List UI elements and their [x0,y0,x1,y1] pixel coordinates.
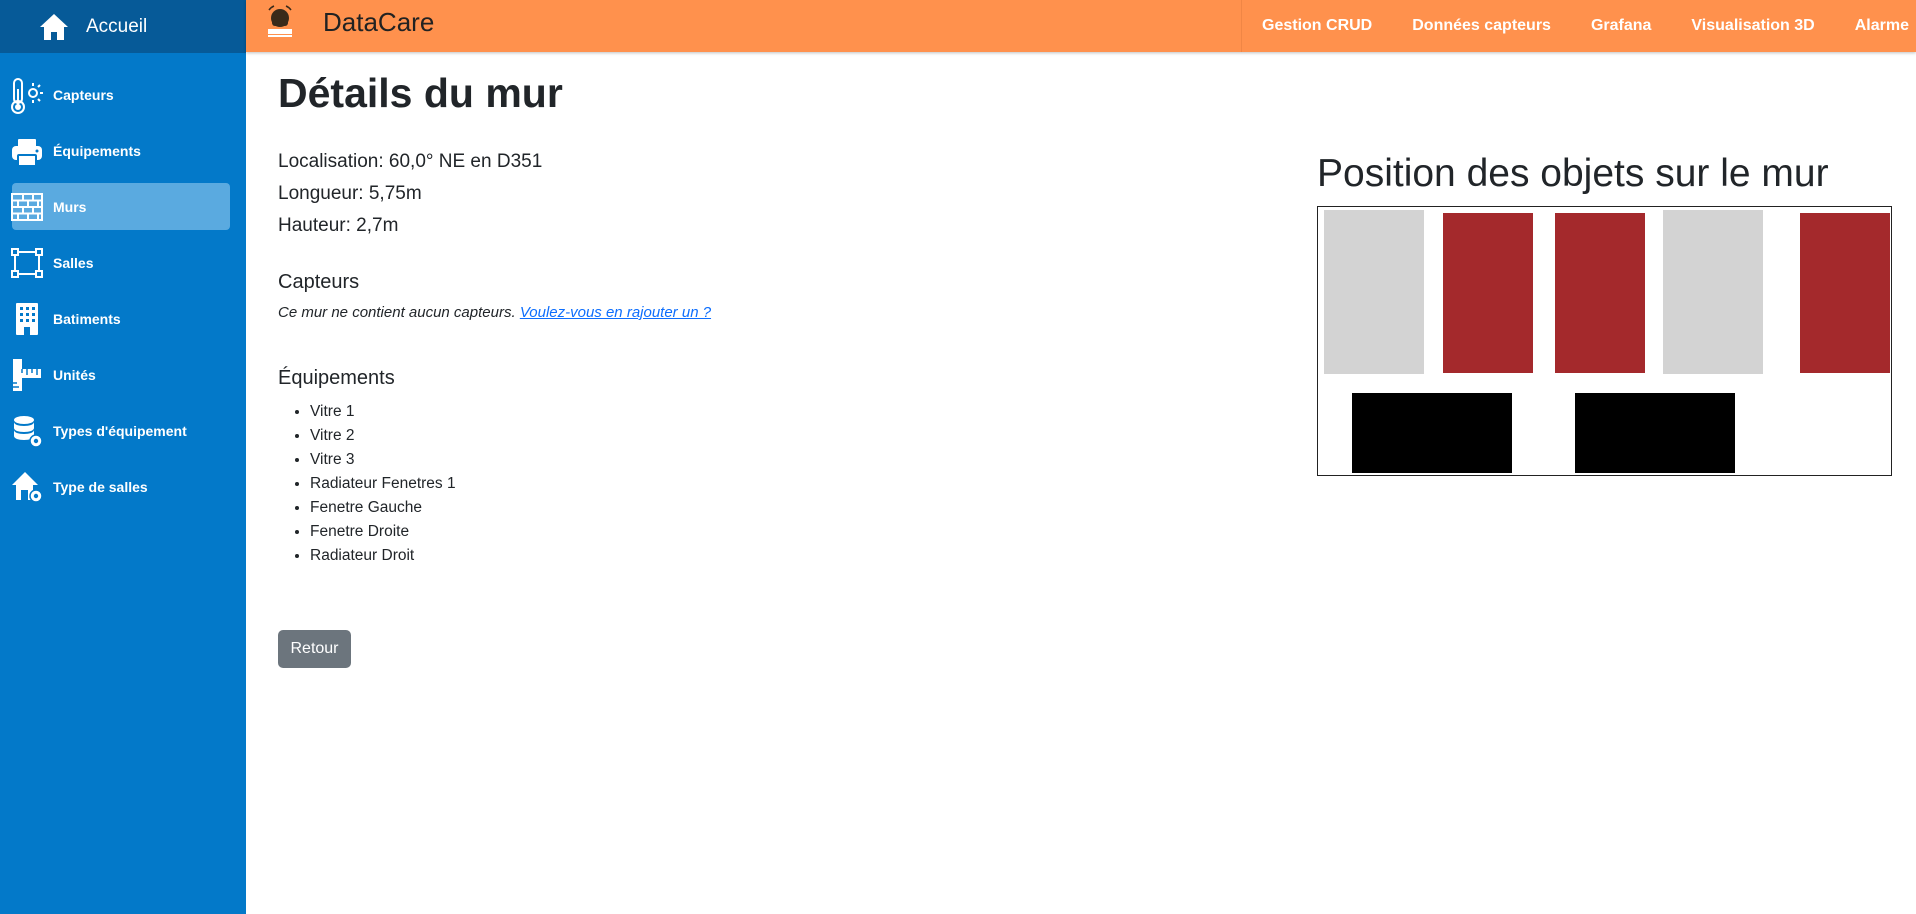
top-nav: Gestion CRUD Données capteurs Grafana Vi… [1241,0,1916,52]
sidebar-item-label: Salles [53,254,94,271]
nav-gestion-crud[interactable]: Gestion CRUD [1242,17,1392,35]
wall-hauteur: Hauteur: 2,7m [278,215,399,236]
wall-object-light [1324,210,1424,374]
sidebar-item-murs[interactable]: Murs [11,183,230,230]
retour-button[interactable]: Retour [278,630,351,668]
sidebar-item-label: Type de salles [53,478,148,495]
home-label: Accueil [86,15,148,37]
nav-visualisation-3d[interactable]: Visualisation 3D [1671,17,1834,35]
sidebar-item-equipements[interactable]: Équipements [12,127,230,174]
sidebar-item-salles[interactable]: Salles [11,239,230,286]
brick-wall-icon [11,187,43,227]
wall-objects-title: Position des objets sur le mur [1317,152,1829,195]
sidebar-item-label: Équipements [53,142,141,159]
sidebar-home-link[interactable]: Accueil [0,0,246,53]
nav-donnees-capteurs[interactable]: Données capteurs [1392,17,1571,35]
wall-object-light [1663,210,1763,374]
ruler-icon [11,355,43,395]
wall-localisation: Localisation: 60,0° NE en D351 [278,151,543,172]
wall-object-red [1555,213,1645,373]
home-icon [40,13,68,40]
database-gear-icon [11,411,43,451]
sidebar-item-label: Capteurs [53,86,114,103]
add-capteur-link[interactable]: Voulez-vous en rajouter un ? [520,304,711,321]
brand-link[interactable]: DataCare [264,4,434,40]
wall-objects-canvas [1317,206,1892,476]
wall-object-red [1800,213,1890,373]
sidebar-item-label: Types d'équipement [53,422,187,439]
wall-object-red [1443,213,1533,373]
sidebar: Accueil Capteurs Équipements Murs Salles… [0,0,246,914]
sidebar-item-unites[interactable]: Unités [12,351,230,398]
list-item: Vitre 3 [310,448,456,472]
sidebar-item-type-de-salles[interactable]: Type de salles [12,463,230,510]
sidebar-item-types-equipement[interactable]: Types d'équipement [12,407,230,454]
top-navbar: DataCare Gestion CRUD Données capteurs G… [246,0,1916,52]
brand-name: DataCare [323,6,435,37]
capteurs-note-text: Ce mur ne contient aucun capteurs. [278,304,516,321]
nav-grafana[interactable]: Grafana [1571,17,1671,35]
house-gear-icon [11,467,43,507]
sidebar-item-label: Unités [53,366,96,383]
capteurs-heading: Capteurs [278,271,360,293]
list-item: Radiateur Fenetres 1 [310,472,456,496]
equipements-list: Vitre 1 Vitre 2 Vitre 3 Radiateur Fenetr… [310,400,456,568]
equipements-heading: Équipements [278,367,395,389]
list-item: Fenetre Gauche [310,496,456,520]
sidebar-item-label: Murs [53,198,87,215]
sidebar-item-batiments[interactable]: Batiments [12,295,230,342]
nav-alarme[interactable]: Alarme [1835,17,1916,35]
list-item: Vitre 2 [310,424,456,448]
list-item: Vitre 1 [310,400,456,424]
list-item: Fenetre Droite [310,520,456,544]
thermometer-icon [11,75,43,115]
room-layout-icon [11,243,43,283]
wall-object-black [1575,393,1735,473]
printer-icon [11,131,43,171]
wall-object-black [1352,393,1512,473]
sidebar-item-capteurs[interactable]: Capteurs [11,71,230,118]
list-item: Radiateur Droit [310,544,456,568]
wall-longueur: Longueur: 5,75m [278,183,422,204]
sidebar-item-label: Batiments [53,310,121,327]
page-title: Détails du mur [278,70,563,116]
datacare-logo-icon [264,4,296,40]
capteurs-empty-note: Ce mur ne contient aucun capteurs. Voule… [278,304,711,321]
building-icon [11,299,43,339]
